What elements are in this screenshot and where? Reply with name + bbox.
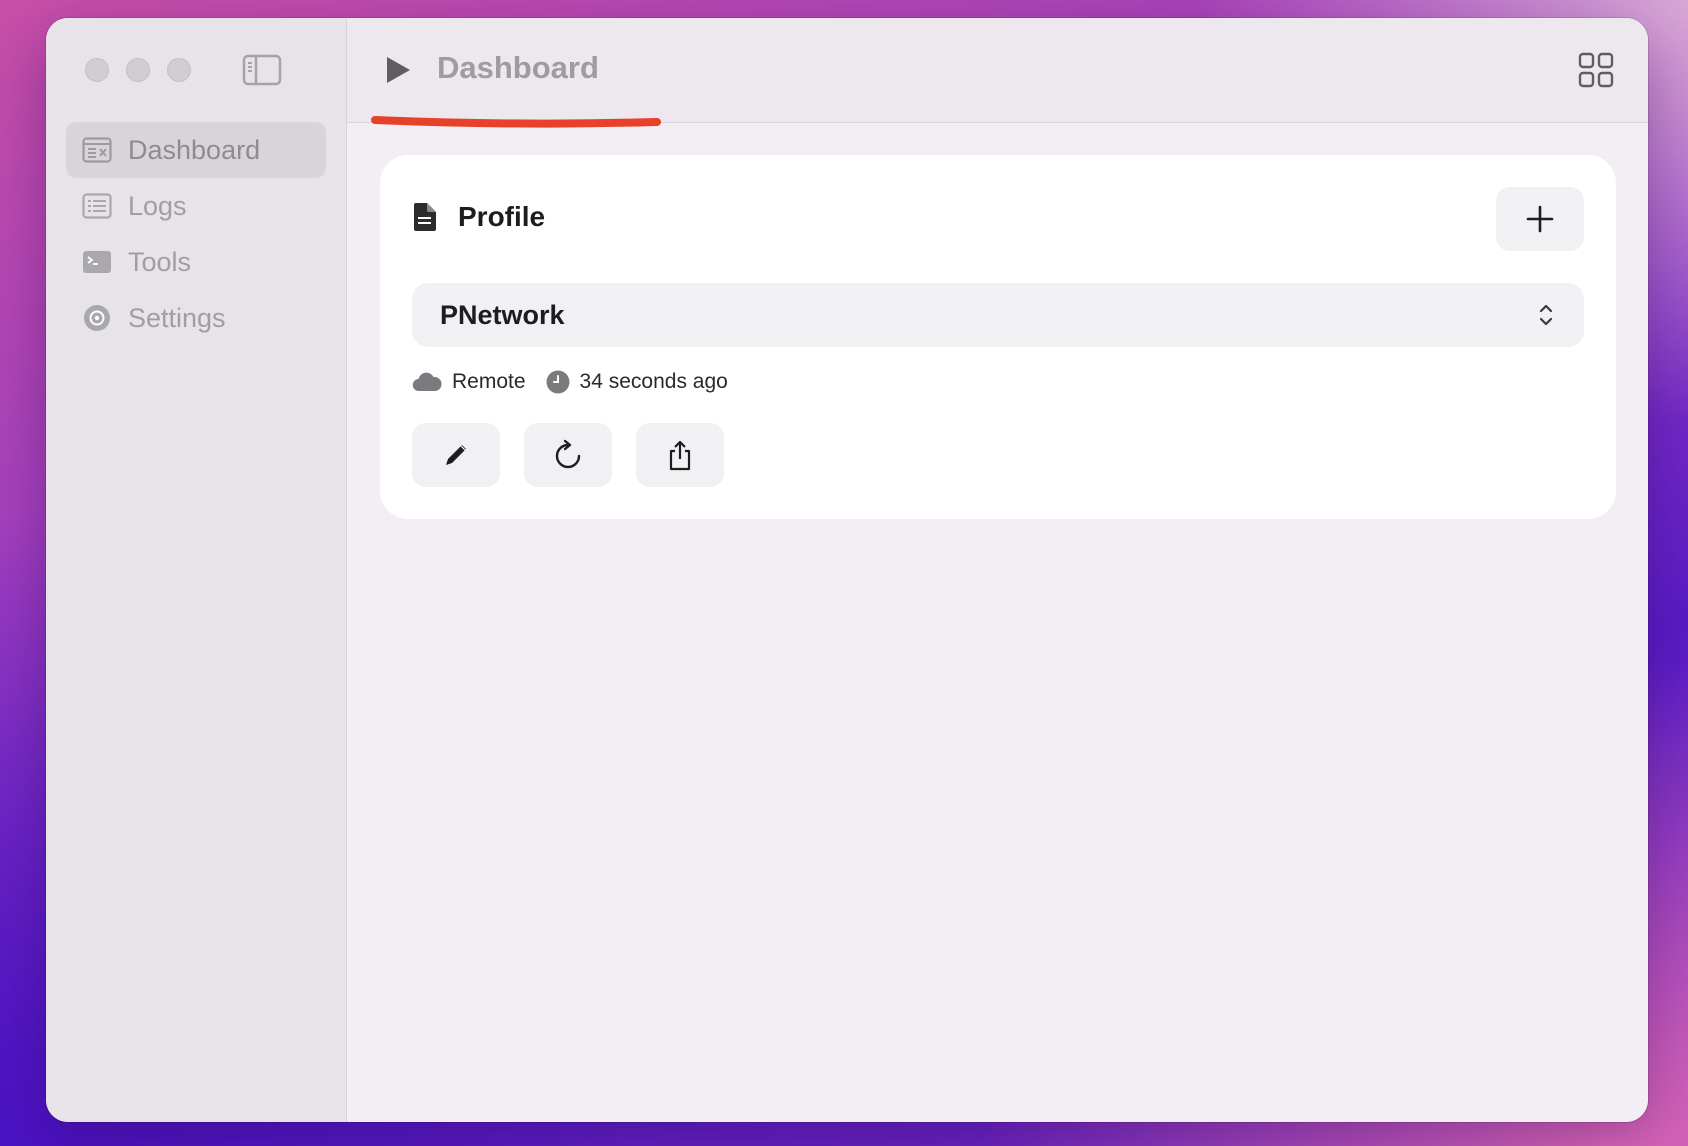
updated-label: 34 seconds ago (579, 370, 728, 393)
dashboard-icon (82, 135, 112, 165)
sidebar-item-label: Tools (128, 246, 192, 277)
refresh-button[interactable] (524, 423, 612, 487)
chevron-up-down-icon (1539, 304, 1553, 326)
title-bar: Dashboard (347, 18, 1648, 128)
profile-card: Profile PNetwork Remote 34 seconds ago (380, 155, 1616, 519)
sidebar-nav: Dashboard Logs Tools Settings (66, 122, 326, 346)
list-icon (82, 191, 112, 221)
sidebar-item-label: Dashboard (128, 134, 261, 165)
grid-icon[interactable] (1578, 52, 1614, 88)
share-icon (669, 440, 691, 471)
sidebar-item-dashboard[interactable]: Dashboard (66, 122, 326, 178)
refresh-icon (555, 439, 581, 469)
main-content: Dashboard Profile PNetwork Remote 34 sec… (347, 18, 1648, 1122)
traffic-lights (85, 58, 191, 82)
pencil-icon (446, 445, 466, 465)
profile-title: Profile (458, 201, 546, 232)
app-window: Dashboard Logs Tools Settings Dashboard … (46, 18, 1648, 1122)
profile-header: Profile (412, 201, 545, 233)
profile-select-value: PNetwork (440, 299, 565, 330)
gear-icon (82, 303, 112, 333)
profile-meta: Remote 34 seconds ago (412, 370, 728, 394)
share-button[interactable] (636, 423, 724, 487)
clock-icon (546, 370, 570, 394)
profile-select[interactable]: PNetwork (412, 283, 1584, 347)
terminal-icon (82, 247, 112, 277)
sidebar-item-settings[interactable]: Settings (66, 290, 326, 346)
close-button[interactable] (85, 58, 109, 82)
sidebar-item-tools[interactable]: Tools (66, 234, 326, 290)
minimize-button[interactable] (126, 58, 150, 82)
cloud-icon (412, 372, 442, 392)
edit-button[interactable] (412, 423, 500, 487)
add-profile-button[interactable] (1496, 187, 1584, 251)
sidebar-left-icon[interactable] (242, 54, 282, 86)
document-icon (414, 203, 436, 231)
red-underline-annotation (371, 116, 661, 128)
play-icon[interactable] (383, 54, 413, 86)
source-label: Remote (452, 370, 526, 393)
page-title: Dashboard (437, 50, 599, 85)
sidebar: Dashboard Logs Tools Settings (46, 18, 347, 1122)
profile-actions (412, 423, 724, 487)
zoom-button[interactable] (167, 58, 191, 82)
plus-icon (1526, 205, 1554, 233)
sidebar-item-label: Settings (128, 302, 226, 333)
sidebar-item-logs[interactable]: Logs (66, 178, 326, 234)
sidebar-item-label: Logs (128, 190, 187, 221)
